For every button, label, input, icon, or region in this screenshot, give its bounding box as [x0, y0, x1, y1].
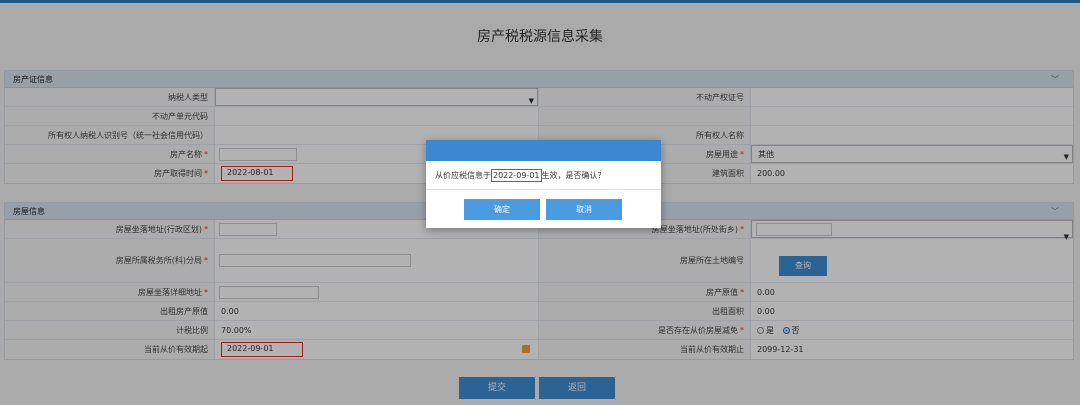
dialog-message: 从价应税信息于 2022-09-01 生效，是否确认？	[435, 169, 606, 182]
cancel-button[interactable]: 取消	[546, 199, 622, 220]
confirm-dialog: 从价应税信息于 2022-09-01 生效，是否确认？ 确定 取消	[426, 140, 661, 228]
dialog-date: 2022-09-01	[491, 169, 542, 182]
dialog-header	[426, 140, 661, 161]
confirm-button[interactable]: 确定	[464, 199, 540, 220]
